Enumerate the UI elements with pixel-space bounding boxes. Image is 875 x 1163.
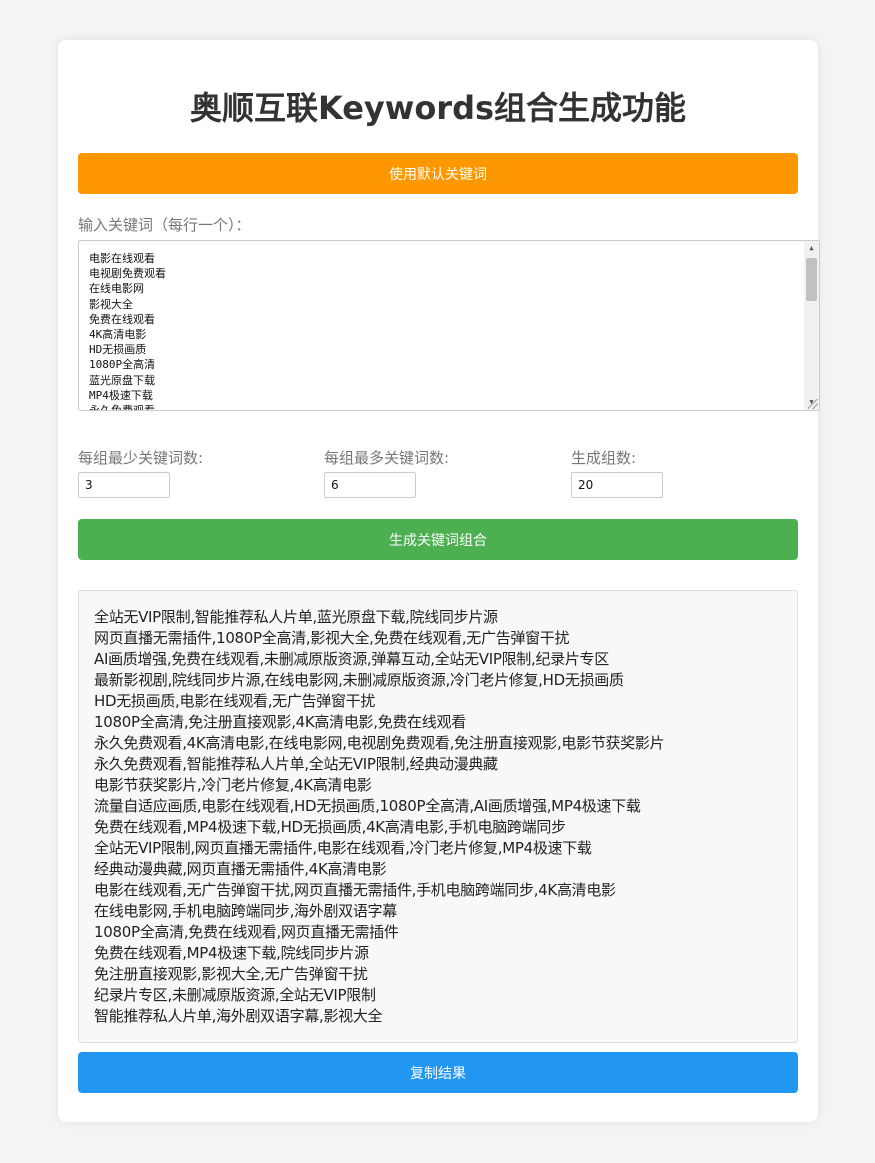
keyword-line: 免费在线观看 [89, 312, 155, 326]
keywords-textarea[interactable]: 电影在线观看 电视剧免费观看 在线电影网 影视大全 免费在线观看 4K高清电影 HD无损画质… [78, 240, 820, 411]
result-line: 免注册直接观影,影视大全,无广告弹窗干扰 [94, 965, 368, 983]
generate-combinations-button[interactable]: 生成关键词组合 [78, 519, 798, 560]
result-line: 全站无VIP限制,智能推荐私人片单,蓝光原盘下载,院线同步片源 [94, 608, 498, 626]
result-line: HD无损画质,电影在线观看,无广告弹窗干扰 [94, 692, 376, 710]
keyword-line: 永久免费观看 [89, 404, 155, 411]
result-line: 1080P全高清,免注册直接观影,4K高清电影,免费在线观看 [94, 713, 466, 731]
result-line: 流量自适应画质,电影在线观看,HD无损画质,1080P全高清,AI画质增强,MP… [94, 797, 641, 815]
min-keywords-label: 每组最少关键词数: [78, 449, 204, 467]
max-keywords-input[interactable] [324, 472, 416, 498]
keyword-line: MP4极速下载 [89, 388, 153, 402]
scroll-up-arrow-icon[interactable]: ▲ [804, 241, 819, 256]
result-line: 智能推荐私人片单,海外剧双语字幕,影视大全 [94, 1007, 383, 1025]
keywords-lines: 电影在线观看 电视剧免费观看 在线电影网 影视大全 免费在线观看 4K高清电影 HD无损画质… [89, 251, 819, 411]
result-line: 在线电影网,手机电脑跨端同步,海外剧双语字幕 [94, 902, 397, 920]
max-keywords-label: 每组最多关键词数: [324, 449, 450, 467]
keyword-line: 电视剧免费观看 [89, 267, 166, 281]
result-line: 最新影视剧,院线同步片源,在线电影网,未删减原版资源,冷门老片修复,HD无损画质 [94, 671, 624, 689]
group-count-label: 生成组数: [571, 449, 637, 467]
scrollbar-thumb[interactable] [806, 258, 817, 301]
keyword-line: 在线电影网 [89, 282, 144, 296]
result-line: 电影在线观看,无广告弹窗干扰,网页直播无需插件,手机电脑跨端同步,4K高清电影 [94, 881, 616, 899]
keyword-line: 1080P全高清 [89, 358, 156, 372]
copy-results-button[interactable]: 复制结果 [78, 1052, 798, 1093]
result-line: 纪录片专区,未删减原版资源,全站无VIP限制 [94, 986, 376, 1004]
keyword-line: 蓝光原盘下载 [89, 373, 155, 387]
use-default-keywords-button[interactable]: 使用默认关键词 [78, 153, 798, 194]
min-keywords-input[interactable] [78, 472, 170, 498]
result-line: AI画质增强,免费在线观看,未删减原版资源,弹幕互动,全站无VIP限制,纪录片专… [94, 650, 609, 668]
result-line: 免费在线观看,MP4极速下载,院线同步片源 [94, 944, 369, 962]
result-line: 1080P全高清,免费在线观看,网页直播无需插件 [94, 923, 399, 941]
results-list: 全站无VIP限制,智能推荐私人片单,蓝光原盘下载,院线同步片源网页直播无需插件,… [94, 607, 782, 1027]
results-output: 全站无VIP限制,智能推荐私人片单,蓝光原盘下载,院线同步片源网页直播无需插件,… [78, 590, 798, 1043]
result-line: 经典动漫典藏,网页直播无需插件,4K高清电影 [94, 860, 387, 878]
generator-card: 奥顺互联Keywords组合生成功能 使用默认关键词 输入关键词（每行一个）： … [58, 40, 820, 1122]
result-line: 网页直播无需插件,1080P全高清,影视大全,免费在线观看,无广告弹窗干扰 [94, 629, 570, 647]
textarea-scrollbar[interactable]: ▲ ▼ [804, 241, 819, 410]
page-title: 奥顺互联Keywords组合生成功能 [189, 89, 687, 127]
result-line: 免费在线观看,MP4极速下载,HD无损画质,4K高清电影,手机电脑跨端同步 [94, 818, 566, 836]
keyword-line: 电影在线观看 [89, 252, 155, 265]
result-line: 电影节获奖影片,冷门老片修复,4K高清电影 [94, 776, 372, 794]
result-line: 全站无VIP限制,网页直播无需插件,电影在线观看,冷门老片修复,MP4极速下载 [94, 839, 592, 857]
result-line: 永久免费观看,4K高清电影,在线电影网,电视剧免费观看,免注册直接观影,电影节获… [94, 734, 665, 752]
keywords-input-label: 输入关键词（每行一个）： [78, 216, 251, 234]
keyword-line: 影视大全 [89, 297, 133, 311]
result-line: 永久免费观看,智能推荐私人片单,全站无VIP限制,经典动漫典藏 [94, 755, 498, 773]
keyword-line: 4K高清电影 [89, 328, 147, 342]
resize-handle-icon[interactable] [808, 399, 818, 409]
keyword-line: HD无损画质 [89, 343, 147, 357]
group-count-input[interactable] [571, 472, 663, 498]
